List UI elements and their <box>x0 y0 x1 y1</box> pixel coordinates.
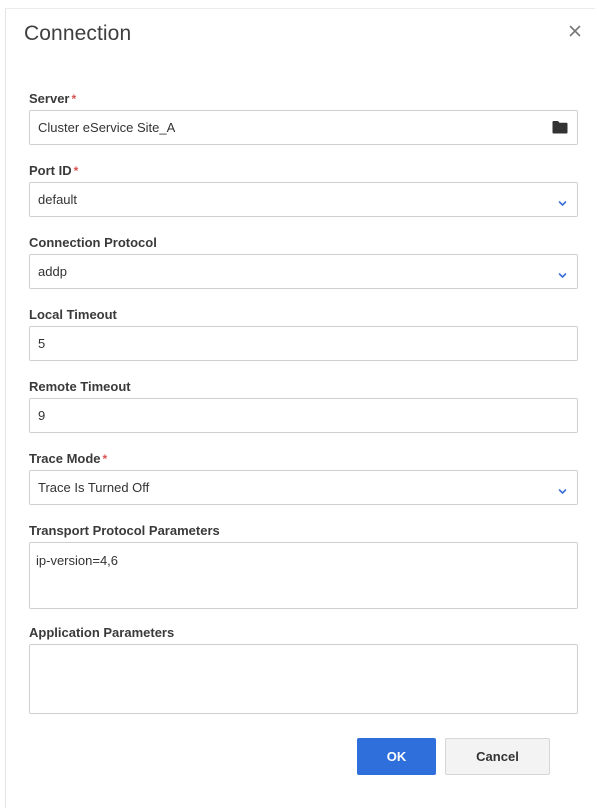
chevron-down-icon <box>558 267 567 278</box>
server-field[interactable]: Cluster eService Site_A <box>29 110 578 145</box>
connection-dialog: Connection Server * Cluster eService Site… <box>5 8 595 808</box>
port-id-value: default <box>38 192 78 207</box>
trace-mode-label: Trace Mode * <box>29 451 108 466</box>
remote-timeout-label: Remote Timeout <box>29 379 131 394</box>
required-marker: * <box>102 452 108 466</box>
connection-protocol-value: addp <box>38 264 67 279</box>
port-id-label: Port ID * <box>29 163 79 178</box>
cancel-button[interactable]: Cancel <box>445 738 550 775</box>
folder-icon[interactable] <box>552 120 568 134</box>
connection-protocol-select[interactable]: addp <box>29 254 578 289</box>
port-id-select[interactable]: default <box>29 182 578 217</box>
ok-button[interactable]: OK <box>357 738 436 775</box>
application-parameters-label: Application Parameters <box>29 625 175 640</box>
close-icon[interactable] <box>567 23 583 39</box>
required-marker: * <box>73 164 79 178</box>
remote-timeout-input[interactable]: 9 <box>29 398 578 433</box>
chevron-down-icon <box>558 483 567 494</box>
required-marker: * <box>71 92 77 106</box>
server-label: Server * <box>29 91 77 106</box>
connection-protocol-label: Connection Protocol <box>29 235 157 250</box>
local-timeout-input[interactable]: 5 <box>29 326 578 361</box>
local-timeout-label: Local Timeout <box>29 307 117 322</box>
remote-timeout-value: 9 <box>38 408 46 423</box>
transport-protocol-parameters-textarea[interactable]: ip-version=4,6 <box>29 542 578 609</box>
application-parameters-textarea[interactable] <box>29 644 578 714</box>
chevron-down-icon <box>558 195 567 206</box>
transport-protocol-parameters-value: ip-version=4,6 <box>36 553 119 568</box>
dialog-title: Connection <box>24 22 132 45</box>
transport-protocol-parameters-label: Transport Protocol Parameters <box>29 523 220 538</box>
server-value: Cluster eService Site_A <box>38 120 176 135</box>
trace-mode-value: Trace Is Turned Off <box>38 480 150 495</box>
local-timeout-value: 5 <box>38 336 46 351</box>
trace-mode-select[interactable]: Trace Is Turned Off <box>29 470 578 505</box>
